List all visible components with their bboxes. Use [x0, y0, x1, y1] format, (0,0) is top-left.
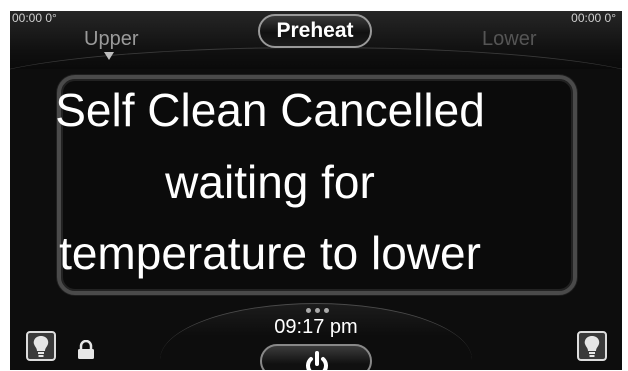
upper-oven-tab[interactable]: Upper [84, 28, 138, 51]
message-line-2: waiting for [165, 156, 375, 208]
lightbulb-icon [584, 336, 600, 357]
lower-oven-readout: 00:00 0° [571, 11, 616, 25]
lower-oven-tab[interactable]: Lower [482, 28, 536, 51]
clock: 09:17 pm [274, 316, 358, 338]
upper-selected-indicator [104, 52, 114, 60]
lightbulb-icon [33, 336, 49, 357]
power-icon [306, 351, 328, 370]
upper-oven-readout: 00:00 0° [12, 11, 57, 25]
oven-light-button[interactable] [577, 331, 607, 361]
power-button[interactable] [260, 344, 372, 370]
page-dots [306, 308, 330, 314]
oven-control-screen: 00:00 0° Upper Preheat 00:00 0° Lower Se… [10, 11, 622, 370]
oven-light-button[interactable] [26, 331, 56, 361]
page-dot [306, 308, 311, 313]
lock-icon [78, 340, 94, 359]
message-line-3: temperature to lower [59, 227, 481, 279]
message-line-1: Self Clean Cancelled [55, 84, 485, 136]
preheat-button[interactable]: Preheat [258, 14, 372, 48]
page-dot [315, 308, 320, 313]
page-dot [324, 308, 329, 313]
